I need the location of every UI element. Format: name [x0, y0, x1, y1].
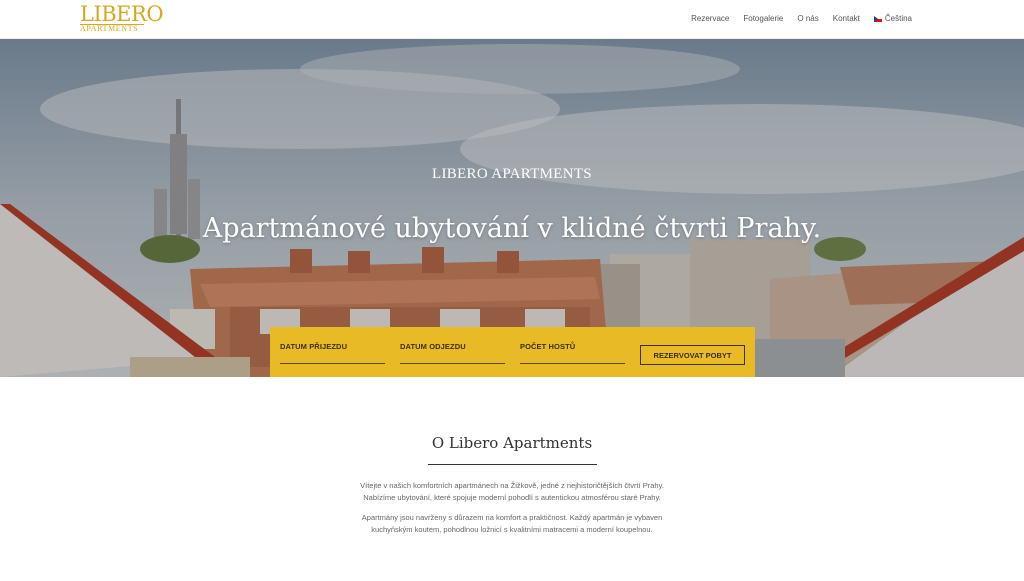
book-stay-button[interactable]: REZERVOVAT POBYT: [640, 345, 745, 365]
guests-count-field[interactable]: POČET HOSTŮ: [520, 336, 625, 364]
departure-date-field[interactable]: DATUM ODJEZDU: [400, 336, 505, 364]
nav-item-fotogalerie[interactable]: Fotogalerie: [743, 14, 783, 23]
nav-item-rezervace[interactable]: Rezervace: [691, 14, 729, 23]
nav-item-language[interactable]: Čeština: [873, 14, 912, 23]
nav-item-o-nas[interactable]: O nás: [797, 14, 818, 23]
about-paragraph-1: Vítejte v našich komfortních apartmánech…: [0, 480, 1024, 504]
about-paragraph-2: Apartmány jsou navrženy s důrazem na kom…: [0, 512, 1024, 536]
about-title: O Libero Apartments: [431, 434, 593, 452]
logo[interactable]: LIBERO APARTMENTS: [80, 2, 164, 33]
logo-line2: APARTMENTS: [80, 24, 144, 33]
arrival-date-label: DATUM PŘIJEZDU: [280, 342, 348, 351]
booking-bar: DATUM PŘIJEZDU DATUM ODJEZDU POČET HOSTŮ…: [270, 327, 755, 377]
arrival-date-field[interactable]: DATUM PŘIJEZDU: [280, 336, 385, 364]
about-p1-line1: Vítejte v našich komfortních apartmánech…: [360, 481, 664, 490]
about-p1-line2: Nabízíme ubytování, které spojuje modern…: [363, 493, 661, 502]
language-label: Čeština: [884, 14, 912, 23]
about-p2-line1: Apartmány jsou navrženy s důrazem na kom…: [361, 513, 663, 522]
logo-line1: LIBERO: [80, 2, 164, 26]
guests-count-label: POČET HOSTŮ: [520, 342, 576, 351]
main-nav: Rezervace Fotogalerie O nás Kontakt Češt…: [691, 14, 912, 23]
czech-flag-icon: [873, 15, 882, 22]
nav-item-kontakt[interactable]: Kontakt: [833, 14, 860, 23]
hero-title: Apartmánové ubytování v klidné čtvrti Pr…: [202, 213, 822, 244]
hero-subtitle: LIBERO APARTMENTS: [432, 166, 592, 182]
about-divider: [428, 464, 597, 465]
departure-date-label: DATUM ODJEZDU: [400, 342, 466, 351]
site-header: LIBERO APARTMENTS Rezervace Fotogalerie …: [0, 0, 1024, 39]
about-p2-line2: kuchyňským koutem, pohodlnou ložnicí s k…: [371, 525, 653, 534]
